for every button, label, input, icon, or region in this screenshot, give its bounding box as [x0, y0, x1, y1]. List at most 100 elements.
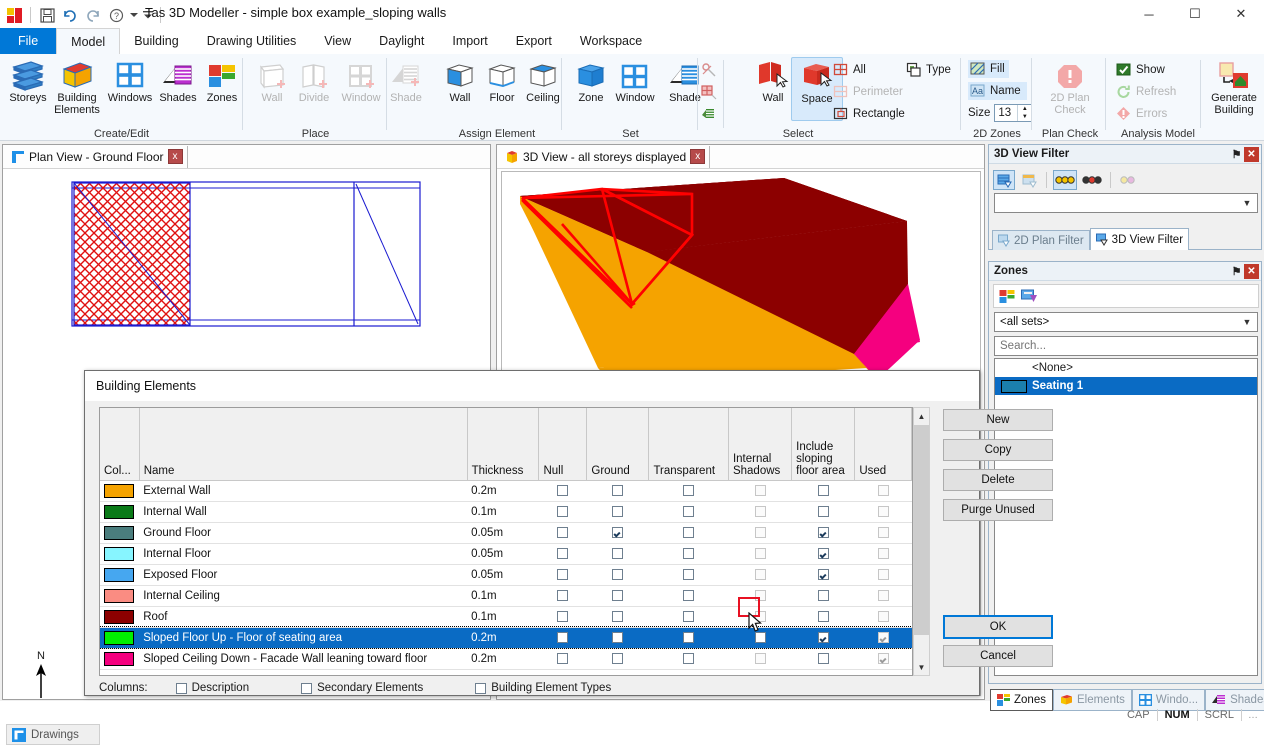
hide-colours-icon[interactable] [1117, 170, 1141, 190]
cell-ground[interactable] [586, 564, 649, 586]
cell-internal-shadows-box[interactable] [754, 548, 766, 559]
analysis-refresh-row[interactable]: Refresh [1116, 84, 1176, 100]
table-row[interactable]: Internal Ceiling 0.1m [100, 585, 912, 607]
copy-button[interactable]: Copy [943, 439, 1053, 461]
menu-item-file[interactable]: File [0, 28, 57, 54]
cell-colour[interactable] [100, 543, 140, 565]
table-row[interactable]: External Wall 0.2m [100, 480, 912, 502]
cell-internal-shadows[interactable] [728, 543, 792, 565]
view-3d-tab[interactable]: 3D View - all storeys displayed x [501, 145, 711, 168]
zones-search-input[interactable] [994, 336, 1258, 356]
checkbox-building-element-types-box[interactable] [475, 682, 487, 694]
menu-item-view[interactable]: View [310, 28, 365, 54]
col-header-thickness[interactable]: Thickness [467, 408, 540, 481]
cell-ground-box[interactable] [612, 485, 624, 496]
select-mini-icon-2[interactable] [701, 84, 717, 100]
cell-colour[interactable] [100, 480, 140, 502]
cell-transparent-box[interactable] [683, 485, 695, 496]
close-icon-view-filter[interactable]: ✕ [1244, 146, 1259, 162]
cell-include-sloping[interactable] [791, 543, 855, 565]
select-mini-icon-1[interactable] [701, 62, 717, 78]
cell-null[interactable] [538, 627, 587, 649]
show-all-colours-icon[interactable] [1053, 170, 1077, 190]
cell-null[interactable] [538, 522, 587, 544]
view-3d-close-icon[interactable]: x [690, 149, 706, 164]
select-perimeter-row[interactable]: Perimeter [833, 84, 903, 100]
cell-include-sloping-box[interactable] [817, 506, 829, 517]
filter-tabstrip[interactable]: 2D Plan Filter 3D View Filter [992, 228, 1190, 250]
cell-used[interactable] [854, 627, 912, 649]
colour-swatch[interactable] [104, 546, 134, 561]
analysis-show-row[interactable]: Show [1116, 62, 1165, 78]
cell-colour[interactable] [100, 606, 140, 628]
table-row[interactable]: Roof 0.1m [100, 606, 912, 628]
tab-3d-view-filter[interactable]: 3D View Filter [1089, 228, 1190, 250]
menu-item-drawing-utilities[interactable]: Drawing Utilities [193, 28, 311, 54]
save-icon[interactable] [37, 5, 57, 25]
col-header-name[interactable]: Name [139, 408, 468, 481]
quick-access-toolbar[interactable]: ? [4, 4, 164, 26]
bottom-tabstrip[interactable]: Zones Elements Windo... Shades [990, 689, 1264, 711]
cell-ground[interactable] [586, 627, 649, 649]
table-row[interactable]: Sloped Ceiling Down - Facade Wall leanin… [100, 648, 912, 670]
cell-include-sloping-box[interactable] [817, 569, 829, 580]
cell-transparent[interactable] [648, 585, 729, 607]
cell-used-box[interactable] [877, 569, 889, 580]
zone-edit-icon[interactable] [1021, 289, 1038, 304]
checkbox-secondary-elements[interactable]: Secondary Elements [301, 682, 423, 694]
cancel-button[interactable]: Cancel [943, 645, 1053, 667]
scrollbar-thumb[interactable] [914, 425, 929, 635]
cell-ground-box[interactable] [612, 653, 624, 664]
cell-thickness[interactable]: 0.2m [467, 627, 539, 649]
cell-null[interactable] [538, 564, 587, 586]
bottom-tab-zones[interactable]: Zones [990, 689, 1053, 711]
colour-swatch[interactable] [104, 483, 134, 498]
table-row[interactable]: Internal Floor 0.05m [100, 543, 912, 565]
select-mini-icon-3[interactable] [701, 106, 717, 122]
cell-internal-shadows[interactable] [728, 501, 792, 523]
cell-name[interactable]: External Wall [139, 480, 468, 502]
purge-unused-button[interactable]: Purge Unused [943, 499, 1053, 521]
colour-swatch[interactable] [104, 609, 134, 624]
tab-2d-plan-filter[interactable]: 2D Plan Filter [992, 230, 1090, 250]
cell-used-box[interactable] [877, 527, 889, 538]
cell-transparent-box[interactable] [683, 548, 695, 559]
cell-null-box[interactable] [557, 590, 569, 601]
cell-internal-shadows[interactable] [728, 480, 792, 502]
cell-null[interactable] [538, 480, 587, 502]
cell-null-box[interactable] [557, 485, 569, 496]
cell-thickness[interactable]: 0.1m [467, 585, 539, 607]
cell-ground-box[interactable] [612, 569, 624, 580]
chevron-down-icon-zones[interactable]: ▼ [1239, 317, 1255, 327]
cell-name[interactable]: Internal Wall [139, 501, 468, 523]
cell-used-box[interactable] [877, 611, 889, 622]
elements-grid-container[interactable]: Col... Name Thickness Null Ground Transp… [99, 407, 913, 676]
cell-name[interactable]: Sloped Ceiling Down - Facade Wall leanin… [139, 648, 468, 670]
drawings-tab[interactable]: Drawings [6, 724, 100, 745]
show-some-colours-icon[interactable] [1080, 170, 1104, 190]
view-3d-tabbar[interactable]: 3D View - all storeys displayed x [497, 145, 984, 169]
cell-include-sloping-box[interactable] [817, 590, 829, 601]
cell-used-box[interactable] [877, 632, 889, 643]
checkbox-description-box[interactable] [175, 682, 187, 694]
cell-used[interactable] [854, 606, 912, 628]
colour-swatch[interactable] [104, 651, 134, 666]
cell-transparent[interactable] [648, 501, 729, 523]
cell-colour[interactable] [100, 585, 140, 607]
menu-item-daylight[interactable]: Daylight [365, 28, 438, 54]
cell-internal-shadows-box[interactable] [754, 653, 766, 664]
col-header-used[interactable]: Used [854, 408, 912, 481]
colour-swatch[interactable] [104, 525, 134, 540]
cell-thickness[interactable]: 0.2m [467, 480, 539, 502]
cell-name[interactable]: Sloped Floor Up - Floor of seating area [139, 627, 468, 649]
cell-ground[interactable] [586, 522, 649, 544]
cell-transparent-box[interactable] [683, 632, 695, 643]
select-all-row[interactable]: All [833, 62, 866, 78]
cell-internal-shadows-box[interactable] [754, 506, 766, 517]
ribbon-button-2d-plan-check[interactable]: 2D Plan Check [1040, 57, 1100, 121]
table-row[interactable]: Ground Floor 0.05m [100, 522, 912, 544]
col-header-internal-shadows[interactable]: Internal Shadows [728, 408, 793, 481]
cell-transparent-box[interactable] [683, 590, 695, 601]
list-item-none[interactable]: <None> [995, 359, 1257, 377]
help-icon[interactable]: ? [106, 5, 126, 25]
